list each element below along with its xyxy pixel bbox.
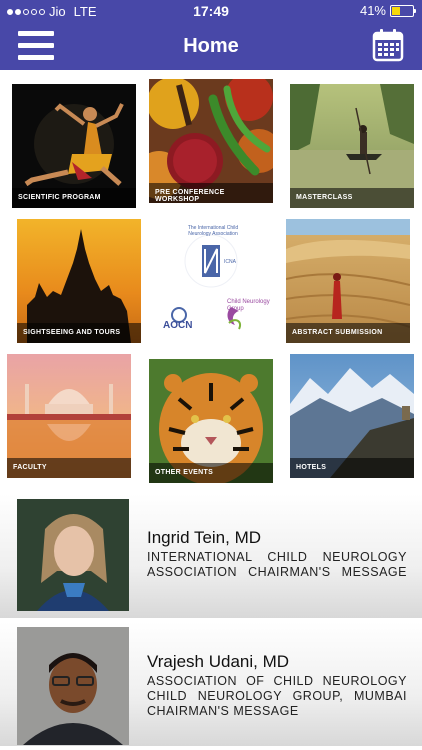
tile-label: FACULTY	[7, 458, 131, 478]
tile-faculty[interactable]: FACULTY	[7, 354, 131, 478]
icna-acronym: ICNA	[224, 259, 236, 265]
battery-percent: 41%	[359, 3, 386, 18]
message-title-line: CHAIRMAN'S MESSAGE	[147, 704, 299, 718]
tile-label: ABSTRACT SUBMISSION	[286, 323, 410, 343]
message-title-line: ASSOCIATION OF CHILD NEUROLOGY	[147, 674, 407, 688]
page-title: Home	[183, 35, 239, 57]
tile-label: MASTERCLASS	[290, 188, 414, 208]
cng-logo-text: Child Neurology Group	[227, 299, 270, 312]
battery-icon	[390, 4, 416, 17]
tile-hotels[interactable]: HOTELS	[290, 354, 414, 478]
icna-logo-text: The International Child Neurology Associ…	[187, 225, 239, 237]
tile-sightseeing-and-tours[interactable]: SIGHTSEEING AND TOURS	[17, 219, 141, 343]
person-name: Vrajesh Udani, MD	[147, 652, 290, 671]
tile-label: SCIENTIFIC PROGRAM	[12, 188, 136, 208]
calendar-icon[interactable]	[372, 28, 404, 62]
status-time: 17:49	[193, 3, 229, 19]
status-bar: Jio LTE 17:49 41%	[0, 0, 422, 22]
tile-pre-conference-workshop[interactable]: PRE CONFERENCE WORKSHOP	[149, 79, 273, 203]
tile-abstract-submission[interactable]: ABSTRACT SUBMISSION	[286, 219, 410, 343]
tile-label: HOTELS	[290, 458, 414, 478]
avatar	[17, 499, 129, 611]
tile-scientific-program[interactable]: SCIENTIFIC PROGRAM	[12, 84, 136, 208]
message-item-ingrid-tein[interactable]: Ingrid Tein, MD INTERNATIONAL CHILD NEUR…	[0, 494, 422, 618]
message-item-vrajesh-udani[interactable]: Vrajesh Udani, MD ASSOCIATION OF CHILD N…	[0, 622, 422, 746]
message-title-line: INTERNATIONAL CHILD NEUROLOGY	[147, 550, 407, 564]
message-title-line: CHILD NEUROLOGY GROUP, MUMBAI	[147, 689, 407, 703]
tile-label: OTHER EVENTS	[149, 463, 273, 483]
nav-bar: Home	[0, 22, 422, 70]
message-title: INTERNATIONAL CHILD NEUROLOGY ASSOCIATIO…	[147, 550, 407, 580]
message-title: ASSOCIATION OF CHILD NEUROLOGY CHILD NEU…	[147, 674, 407, 719]
tile-label: SIGHTSEEING AND TOURS	[17, 323, 141, 343]
avatar	[17, 627, 129, 745]
message-title-line: ASSOCIATION CHAIRMAN'S MESSAGE	[147, 565, 407, 579]
aocn-logo-text: AOCN	[163, 320, 193, 331]
tile-other-events[interactable]: OTHER EVENTS	[149, 359, 273, 483]
tile-masterclass[interactable]: MASTERCLASS	[290, 84, 414, 208]
logos-panel: The International Child Neurology Associ…	[149, 219, 273, 343]
tile-label: PRE CONFERENCE WORKSHOP	[149, 183, 273, 203]
person-name: Ingrid Tein, MD	[147, 528, 262, 547]
